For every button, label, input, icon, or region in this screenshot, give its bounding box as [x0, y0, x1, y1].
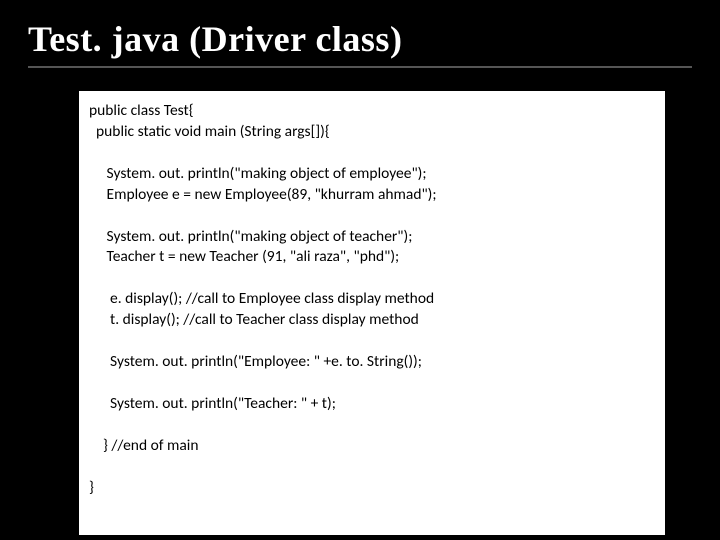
code-line: } [89, 478, 655, 499]
code-line: public static void main (String args[]){ [89, 122, 655, 143]
code-line: public class Test{ [89, 101, 655, 122]
code-line: e. display(); //call to Employee class d… [89, 289, 655, 310]
code-line: t. display(); //call to Teacher class di… [89, 310, 655, 331]
title-area: Test. java (Driver class) [0, 0, 720, 76]
code-line: Teacher t = new Teacher (91, "ali raza",… [89, 247, 655, 268]
code-line: Employee e = new Employee(89, "khurram a… [89, 185, 655, 206]
slide-title: Test. java (Driver class) [28, 18, 692, 68]
blank-line [89, 268, 655, 289]
blank-line [89, 457, 655, 478]
code-line: System. out. println("making object of e… [89, 164, 655, 185]
blank-line [89, 206, 655, 227]
blank-line [89, 331, 655, 352]
code-line: System. out. println("making object of t… [89, 227, 655, 248]
code-line: System. out. println("Teacher: " + t); [89, 394, 655, 415]
code-box: public class Test{ public static void ma… [76, 88, 668, 538]
blank-line [89, 143, 655, 164]
code-line: System. out. println("Employee: " +e. to… [89, 352, 655, 373]
blank-line [89, 373, 655, 394]
blank-line [89, 415, 655, 436]
slide: Test. java (Driver class) public class T… [0, 0, 720, 540]
code-line: } //end of main [89, 436, 655, 457]
